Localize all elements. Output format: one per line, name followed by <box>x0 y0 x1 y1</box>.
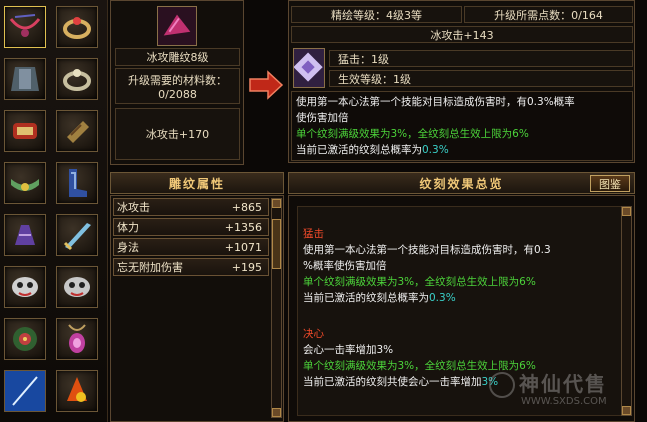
required-points: 升级所需点数：0/164 <box>464 6 633 23</box>
summary-body: 猛击 使用第一本心法第一个技能对目标造成伤害时，有0.3 %概率使伤害加倍 单个… <box>288 195 635 422</box>
belt-slot-icon[interactable] <box>4 162 46 204</box>
desc-line-1: 使用第一本心法第一个技能对目标造成伤害时，有0.3%概率 <box>296 96 575 108</box>
skill-name: 猛击：1级 <box>329 50 633 67</box>
attribute-name: 忘无附加伤害 <box>117 261 183 274</box>
summary-skill2-line3: 当前已激活的纹刻共使会心一击率增加3% <box>303 374 498 390</box>
codex-button[interactable]: 图鉴 <box>590 175 630 192</box>
current-carving-panel: 冰攻雕纹8级 升级需要的材料数： 0/2088 冰攻击+170 <box>110 0 244 165</box>
summary-title-text: 纹刻效果总览 <box>419 176 504 191</box>
attribute-name: 身法 <box>117 241 139 254</box>
attribute-value: +1356 <box>224 220 262 234</box>
desc-line-2: 使伤害加倍 <box>296 112 349 124</box>
attribute-value: +195 <box>231 260 262 274</box>
attributes-list: 冰攻击 +865 体力 +1356 身法 +1071 忘无附加伤害 +195 <box>110 195 284 422</box>
next-bonus: 冰攻击+143 <box>291 26 633 43</box>
attribute-row: 身法 +1071 <box>113 238 269 256</box>
summary-skill1-line2: %概率使伤害加倍 <box>303 260 387 272</box>
watermark-url: WWW.SXDS.COM <box>521 396 607 407</box>
mask-slot-icon[interactable] <box>4 266 46 308</box>
attribute-name: 体力 <box>117 221 139 234</box>
mask2-slot-icon[interactable] <box>56 266 98 308</box>
upgrade-arrow-icon <box>248 70 284 100</box>
charm-slot-icon[interactable] <box>4 318 46 360</box>
skill-description: 使用第一本心法第一个技能对目标造成伤害时，有0.3%概率 使伤害加倍 单个纹刻满… <box>291 91 633 161</box>
carving-icon <box>157 6 197 46</box>
scroll-down-arrow-icon[interactable] <box>272 408 281 417</box>
attributes-scrollbar[interactable] <box>271 198 282 418</box>
attribute-row: 忘无附加伤害 +195 <box>113 258 269 276</box>
sword-slot-icon[interactable] <box>56 214 98 256</box>
summary-title: 纹刻效果总览 <box>288 172 635 194</box>
necklace-slot-icon[interactable] <box>4 6 46 48</box>
carving-bonus: 冰攻击+170 <box>115 108 240 160</box>
summary-skill2-title: 决心 <box>303 328 324 340</box>
bracer2-slot-icon[interactable] <box>56 110 98 152</box>
scroll-thumb[interactable] <box>272 219 281 269</box>
desc-line-4-value: 0.3% <box>422 144 449 156</box>
boots-slot-icon[interactable] <box>56 162 98 204</box>
attribute-name: 冰攻击 <box>117 201 150 214</box>
materials-label: 升级需要的材料数： <box>128 73 227 87</box>
item-sidebar <box>0 0 108 422</box>
summary-skill1-line1: 使用第一本心法第一个技能对目标造成伤害时，有0.3 <box>303 244 551 256</box>
watermark-logo-icon <box>489 372 515 398</box>
next-level-panel: 精绘等级：4级3等 升级所需点数：0/164 冰攻击+143 猛击：1级 生效等… <box>288 0 635 163</box>
summary-skill2-line3-prefix: 当前已激活的纹刻共使会心一击率增加 <box>303 376 482 388</box>
carving-name: 冰攻雕纹8级 <box>115 48 240 66</box>
watermark: 神仙代售 WWW.SXDS.COM <box>489 368 633 420</box>
needle-slot-icon[interactable] <box>4 370 46 412</box>
amulet-slot-icon[interactable] <box>56 318 98 360</box>
desc-line-4: 当前已激活的纹刻总概率为0.3% <box>296 142 628 158</box>
gauntlet-slot-icon[interactable] <box>4 214 46 256</box>
attribute-row: 体力 +1356 <box>113 218 269 236</box>
skill-icon <box>293 48 325 88</box>
effect-level: 生效等级：1级 <box>329 70 633 87</box>
attributes-title: 雕纹属性 <box>110 172 284 194</box>
summary-skill1-line3: 单个纹刻满级效果为3%，全纹刻总生效上限为6% <box>303 276 536 288</box>
armor-slot-icon[interactable] <box>4 58 46 100</box>
materials-value: 0/2088 <box>158 87 197 101</box>
ring-slot-icon[interactable] <box>56 6 98 48</box>
attribute-value: +1071 <box>224 240 262 254</box>
attribute-value: +865 <box>231 200 262 214</box>
summary-skill1-line4-value: 0.3% <box>429 292 456 304</box>
fire-gem-slot-icon[interactable] <box>56 370 98 412</box>
materials-box: 升级需要的材料数： 0/2088 <box>115 68 240 104</box>
watermark-text: 神仙代售 <box>519 372 607 396</box>
summary-skill1-title: 猛击 <box>303 228 324 240</box>
bracer-slot-icon[interactable] <box>4 110 46 152</box>
summary-skill1-line4: 当前已激活的纹刻总概率为0.3% <box>303 290 456 306</box>
attribute-row: 冰攻击 +865 <box>113 198 269 216</box>
scroll-up-arrow-icon[interactable] <box>272 199 281 208</box>
desc-line-3: 单个纹刻满级效果为3%，全纹刻总生效上限为6% <box>296 128 529 140</box>
ring2-slot-icon[interactable] <box>56 58 98 100</box>
summary-scroll-up-arrow-icon[interactable] <box>622 207 631 216</box>
refine-level: 精绘等级：4级3等 <box>291 6 462 23</box>
summary-skill2-line1: 会心一击率增加3% <box>303 344 394 356</box>
desc-line-4-prefix: 当前已激活的纹刻总概率为 <box>296 144 422 156</box>
summary-skill1-line4-prefix: 当前已激活的纹刻总概率为 <box>303 292 429 304</box>
